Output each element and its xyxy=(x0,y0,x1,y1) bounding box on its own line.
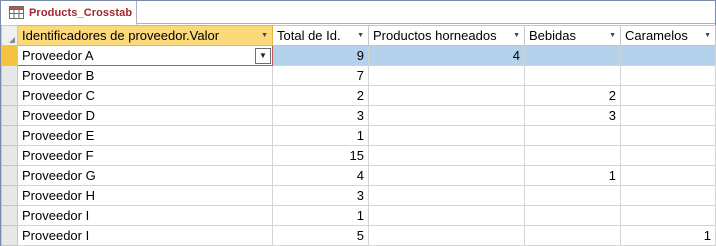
cell-supplier[interactable]: Proveedor D xyxy=(17,105,273,126)
cell-horneados[interactable] xyxy=(368,185,525,206)
cell-total[interactable]: 4 xyxy=(272,165,369,186)
select-all-corner[interactable] xyxy=(1,25,18,46)
column-header-bebidas[interactable]: Bebidas ▼ xyxy=(524,25,621,46)
cell-bebidas[interactable] xyxy=(524,65,621,86)
tab-products-crosstab[interactable]: Products_Crosstab xyxy=(1,1,137,25)
sort-filter-arrow-icon[interactable]: ▼ xyxy=(261,32,268,39)
cell-supplier[interactable]: Proveedor F xyxy=(17,145,273,166)
column-header-label: Bebidas xyxy=(529,28,576,43)
datasheet-grid: Identificadores de proveedor.Valor ▼ Tota… xyxy=(1,25,716,246)
sort-filter-arrow-icon[interactable]: ▼ xyxy=(513,32,520,39)
cell-caramelos[interactable] xyxy=(620,125,716,146)
cell-bebidas[interactable] xyxy=(524,205,621,226)
record-selector[interactable] xyxy=(1,185,18,206)
cell-bebidas[interactable] xyxy=(524,125,621,146)
table-row[interactable]: Proveedor F 15 xyxy=(1,145,716,166)
cell-horneados[interactable] xyxy=(368,165,525,186)
cell-caramelos[interactable] xyxy=(620,205,716,226)
chevron-down-icon[interactable]: ▼ xyxy=(255,47,271,64)
cell-caramelos[interactable] xyxy=(620,45,716,66)
sort-filter-arrow-icon[interactable]: ▼ xyxy=(609,32,616,39)
document-tab-bar: Products_Crosstab xyxy=(1,1,715,25)
record-selector[interactable] xyxy=(1,205,18,226)
cell-horneados[interactable]: 4 xyxy=(368,45,525,66)
cell-total[interactable]: 5 xyxy=(272,225,369,246)
column-header-caramelos[interactable]: Caramelos ▼ xyxy=(620,25,716,46)
cell-horneados[interactable] xyxy=(368,105,525,126)
cell-caramelos[interactable] xyxy=(620,185,716,206)
cell-supplier[interactable]: Proveedor I xyxy=(17,225,273,246)
cell-horneados[interactable] xyxy=(368,145,525,166)
cell-bebidas[interactable] xyxy=(524,225,621,246)
cell-supplier[interactable]: Proveedor B xyxy=(17,65,273,86)
table-row[interactable]: Proveedor H3 xyxy=(1,185,716,206)
table-row[interactable]: Proveedor E1 xyxy=(1,125,716,146)
cell-caramelos[interactable]: 1 xyxy=(620,225,716,246)
cell-caramelos[interactable] xyxy=(620,85,716,106)
table-row[interactable]: Proveedor G4 1 xyxy=(1,165,716,186)
cell-total[interactable]: 3 xyxy=(272,105,369,126)
cell-caramelos[interactable] xyxy=(620,165,716,186)
record-selector[interactable] xyxy=(1,45,18,66)
cell-total[interactable]: 3 xyxy=(272,185,369,206)
record-selector[interactable] xyxy=(1,65,18,86)
record-selector[interactable] xyxy=(1,145,18,166)
record-selector[interactable] xyxy=(1,105,18,126)
cell-bebidas[interactable] xyxy=(524,185,621,206)
table-row[interactable]: Proveedor A ▼ 9 4 xyxy=(1,45,716,66)
cell-caramelos[interactable] xyxy=(620,65,716,86)
cell-total[interactable]: 9 xyxy=(272,45,369,66)
cell-bebidas[interactable]: 3 xyxy=(524,105,621,126)
cell-total[interactable]: 1 xyxy=(272,125,369,146)
table-row[interactable]: Proveedor I1 xyxy=(1,205,716,226)
cell-horneados[interactable] xyxy=(368,85,525,106)
cell-total[interactable]: 7 xyxy=(272,65,369,86)
column-header-label: Identificadores de proveedor.Valor xyxy=(22,28,220,43)
cell-caramelos[interactable] xyxy=(620,145,716,166)
table-row[interactable]: Proveedor B7 xyxy=(1,65,716,86)
header-row: Identificadores de proveedor.Valor ▼ Tota… xyxy=(1,25,716,46)
column-header-label: Caramelos xyxy=(625,28,688,43)
column-header-label: Productos horneados xyxy=(373,28,497,43)
sort-filter-arrow-icon[interactable]: ▼ xyxy=(357,32,364,39)
cell-supplier[interactable]: Proveedor E xyxy=(17,125,273,146)
datasheet-window: Products_Crosstab Identificadores de pro… xyxy=(0,0,716,246)
record-selector[interactable] xyxy=(1,85,18,106)
cell-bebidas[interactable] xyxy=(524,145,621,166)
cell-value: Proveedor A xyxy=(22,48,94,63)
cell-caramelos[interactable] xyxy=(620,105,716,126)
cell-bebidas[interactable] xyxy=(524,45,621,66)
table-row[interactable]: Proveedor I5 1 xyxy=(1,225,716,246)
cell-total[interactable]: 15 xyxy=(272,145,369,166)
cell-total[interactable]: 2 xyxy=(272,85,369,106)
column-header-label: Total de Id. xyxy=(277,28,341,43)
record-selector[interactable] xyxy=(1,165,18,186)
column-header-total[interactable]: Total de Id. ▼ xyxy=(272,25,369,46)
cell-supplier[interactable]: Proveedor H xyxy=(17,185,273,206)
cell-supplier[interactable]: Proveedor G xyxy=(17,165,273,186)
cell-horneados[interactable] xyxy=(368,205,525,226)
column-header-supplier[interactable]: Identificadores de proveedor.Valor ▼ xyxy=(17,25,273,46)
cell-horneados[interactable] xyxy=(368,65,525,86)
supplier-combo-cell[interactable]: Proveedor A ▼ xyxy=(17,45,273,66)
cell-bebidas[interactable]: 2 xyxy=(524,85,621,106)
sort-filter-arrow-icon[interactable]: ▼ xyxy=(704,32,711,39)
cell-horneados[interactable] xyxy=(368,225,525,246)
cell-horneados[interactable] xyxy=(368,125,525,146)
crosstab-query-icon xyxy=(9,6,24,19)
cell-supplier[interactable]: Proveedor C xyxy=(17,85,273,106)
tab-title: Products_Crosstab xyxy=(29,6,133,19)
record-selector[interactable] xyxy=(1,125,18,146)
cell-bebidas[interactable]: 1 xyxy=(524,165,621,186)
cell-total[interactable]: 1 xyxy=(272,205,369,226)
record-selector[interactable] xyxy=(1,225,18,246)
column-header-horneados[interactable]: Productos horneados ▼ xyxy=(368,25,525,46)
table-row[interactable]: Proveedor C22 xyxy=(1,85,716,106)
cell-supplier[interactable]: Proveedor I xyxy=(17,205,273,226)
table-row[interactable]: Proveedor D33 xyxy=(1,105,716,126)
